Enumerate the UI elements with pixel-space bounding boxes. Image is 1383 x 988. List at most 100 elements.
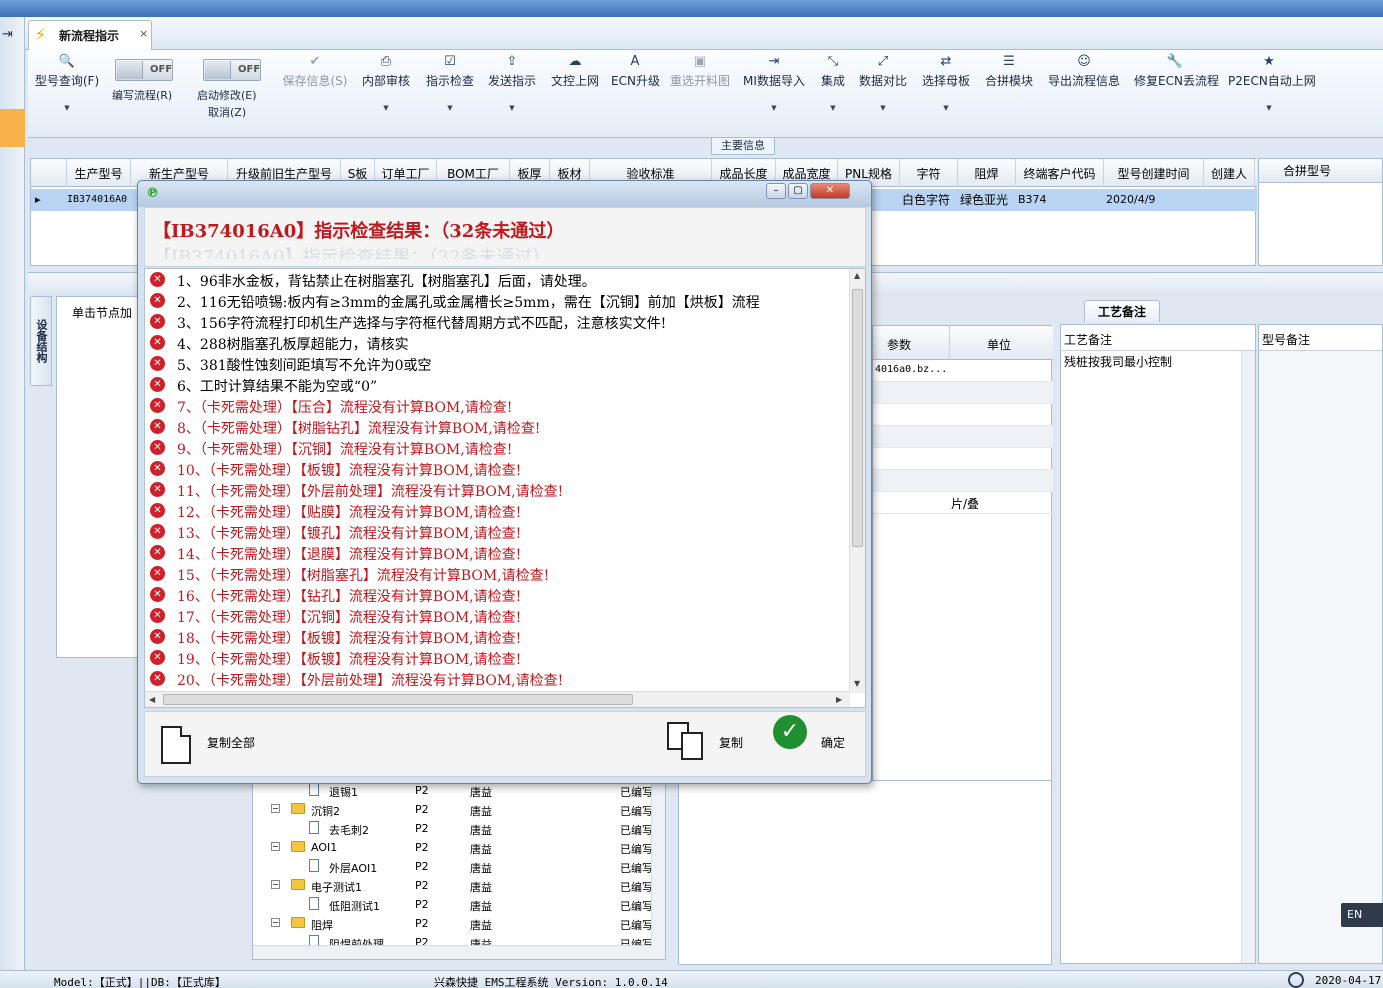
list-item[interactable]: ✕ 3、156字符流程打印机生产选择与字符框代替周期方式不匹配，注意核实文件! [145, 311, 850, 332]
list-item[interactable]: ✕ 9、（卡死需处理）【沉铜】流程没有计算BOM,请检查! [145, 437, 850, 458]
message-list[interactable]: ✕ 1、96非水金板，背钻禁止在树脂塞孔【树脂塞孔】后面，请处理。 ✕ 2、116无铅… [144, 268, 866, 708]
close-icon[interactable]: × [139, 27, 148, 40]
auto-modify-toggle[interactable]: OFF [203, 59, 261, 81]
list-item[interactable]: ✕ 6、工时计算结果不能为空或“0” [145, 374, 850, 395]
scroll-right-icon[interactable]: ▶ [836, 695, 842, 704]
copy-button[interactable]: 复制 [665, 720, 755, 768]
cell-char[interactable]: 白色字符 [902, 189, 950, 211]
tree-vertical-scrollbar[interactable] [651, 781, 665, 959]
ecn-upgrade-button[interactable]: A ECN升级 [611, 52, 660, 118]
assemble-button[interactable]: ⤡ 集成 ▼ [818, 52, 848, 118]
list-item[interactable]: ✕ 13、（卡死需处理）【镀孔】流程没有计算BOM,请检查! [145, 521, 850, 542]
list-item[interactable]: ✕ 18、（卡死需处理）【板镀】流程没有计算BOM,请检查! [145, 626, 850, 647]
col-header[interactable]: 阻焊 [958, 159, 1016, 187]
minimize-button[interactable]: – [766, 183, 786, 199]
list-item[interactable]: ✕ 15、（卡死需处理）【树脂塞孔】流程没有计算BOM,请检查! [145, 563, 850, 584]
craft-note-panel: 工艺备注 残桩按我司最小控制 [1060, 324, 1257, 964]
reselect-chart-button[interactable]: ▣ 重选开料图 [668, 52, 732, 118]
ok-check-icon[interactable]: ✓ [773, 715, 807, 749]
tree-horizontal-scrollbar[interactable] [253, 945, 653, 959]
col-header[interactable]: 创建人 [1204, 159, 1255, 187]
cell-created[interactable]: 2020/4/9 [1106, 189, 1155, 211]
scroll-down-icon[interactable]: ▼ [854, 679, 860, 688]
param-row[interactable] [873, 382, 1053, 404]
param-row[interactable]: 4016a0.bz... [873, 360, 1053, 382]
param-row[interactable] [873, 404, 1053, 426]
copy-all-button[interactable]: 复制全部 [145, 720, 265, 768]
edit-flow-toggle[interactable]: OFF [115, 59, 173, 81]
scroll-thumb[interactable] [852, 289, 863, 547]
publish-button[interactable]: ⇪ 发送指示 ▼ [486, 52, 538, 118]
ok-button[interactable]: 确定 [821, 734, 845, 752]
tree-row[interactable]: − 阻焊 P2 唐益 已编写 [253, 915, 653, 934]
list-item[interactable]: ✕ 16、（卡死需处理）【钻孔】流程没有计算BOM,请检查! [145, 584, 850, 605]
tree-row[interactable]: 低阻测试1 P2 唐益 已编写 [253, 896, 653, 915]
param-row[interactable] [873, 448, 1053, 470]
tree-row[interactable]: − 沉铜2 P2 唐益 已编写 [253, 801, 653, 820]
cell-model[interactable]: IB374016A0 [67, 189, 127, 211]
collapse-icon[interactable]: − [271, 804, 280, 813]
col-header[interactable]: 型号创建时间 [1104, 159, 1204, 187]
login-icon[interactable]: ⇥ [2, 27, 20, 43]
param-row[interactable]: 片/叠 [873, 492, 1053, 514]
cell-mask[interactable]: 绿色亚光 [960, 189, 1008, 211]
tree-row[interactable]: − AOI1 P2 唐益 已编写 [253, 839, 653, 858]
message-horizontal-scrollbar[interactable]: ◀ ▶ [145, 691, 850, 707]
internal-review-button[interactable]: ⎙ 内部审核 ▼ [360, 52, 412, 118]
select-master-button[interactable]: ⇄ 选择母板 ▼ [920, 52, 972, 118]
list-item[interactable]: ✕ 1、96非水金板，背钻禁止在树脂塞孔【树脂塞孔】后面，请处理。 [145, 269, 850, 290]
list-item[interactable]: ✕ 17、（卡死需处理）【沉铜】流程没有计算BOM,请检查! [145, 605, 850, 626]
param-col-header[interactable]: 参数 [887, 336, 911, 353]
unit-col-header[interactable]: 单位 [987, 336, 1011, 353]
type-query-button[interactable]: 🔍 型号查询(F) ▼ [32, 52, 102, 118]
tab-craft-note[interactable]: 工艺备注 [1084, 300, 1160, 322]
language-indicator[interactable]: EN [1341, 903, 1383, 927]
list-item[interactable]: ✕ 20、（卡死需处理）【外层前处理】流程没有计算BOM,请检查! [145, 668, 850, 689]
tree-row[interactable]: 退锡1 P2 唐益 已编写 [253, 782, 653, 801]
tree-row[interactable]: 外层AOI1 P2 唐益 已编写 [253, 858, 653, 877]
tab-device-structure[interactable]: 设备结构 [30, 296, 52, 386]
cell-customer[interactable]: B374 [1018, 189, 1047, 211]
close-button[interactable]: ✕ [810, 183, 850, 199]
list-item[interactable]: ✕ 12、（卡死需处理）【贴膜】流程没有计算BOM,请检查! [145, 500, 850, 521]
mi-import-button[interactable]: ⇥ MI数据导入 ▼ [742, 52, 806, 118]
compare-button[interactable]: ⤢ 数据对比 ▼ [858, 52, 908, 118]
craft-scrollbar[interactable] [1241, 351, 1255, 963]
collapse-icon[interactable]: − [271, 880, 280, 889]
list-item[interactable]: ✕ 19、（卡死需处理）【板镀】流程没有计算BOM,请检查! [145, 647, 850, 668]
export-flow-button[interactable]: ☺ 导出流程信息 [1046, 52, 1122, 118]
list-item[interactable]: ✕ 10、（卡死需处理）【板镀】流程没有计算BOM,请检查! [145, 458, 850, 479]
scroll-thumb[interactable] [163, 694, 633, 705]
check-button[interactable]: ☑ 指示检查 ▼ [424, 52, 476, 118]
list-item[interactable]: ✕ 2、116无铅喷锡:板内有≥3mm的金属孔或金属槽长≥5mm，需在【沉铜】前加… [145, 290, 850, 311]
maximize-button[interactable]: ▢ [788, 183, 808, 199]
param-row[interactable] [873, 470, 1053, 492]
save-info-button[interactable]: ✔ 保存信息(S) [278, 52, 352, 118]
online-button[interactable]: ☁ 文控上网 [549, 52, 601, 118]
message-vertical-scrollbar[interactable]: ▲ ▼ [849, 269, 865, 693]
list-item[interactable]: ✕ 14、（卡死需处理）【退膜】流程没有计算BOM,请检查! [145, 542, 850, 563]
merge-module-button[interactable]: ☰ 合拼模块 [984, 52, 1034, 118]
tab-new-flow[interactable]: ⚡ 新流程指示 × [28, 20, 152, 50]
scroll-left-icon[interactable]: ◀ [149, 695, 155, 704]
col-header[interactable]: 字符 [900, 159, 958, 187]
scroll-up-icon[interactable]: ▲ [854, 271, 860, 280]
list-item[interactable]: ✕ 5、381酸性蚀刻间距填写不允许为0或空 [145, 353, 850, 374]
col-header[interactable]: 生产型号 [67, 159, 131, 187]
dialog-titlebar[interactable]: ℗ – ▢ ✕ [138, 181, 871, 207]
col-header[interactable]: 终端客户代码 [1016, 159, 1104, 187]
tree-row[interactable]: − 电子测试1 P2 唐益 已编写 [253, 877, 653, 896]
collapse-icon[interactable]: − [271, 918, 280, 927]
craft-note-value[interactable]: 残桩按我司最小控制 [1064, 353, 1172, 370]
list-item[interactable]: ✕ 8、（卡死需处理）【树脂钻孔】流程没有计算BOM,请检查! [145, 416, 850, 437]
merge-model-header[interactable]: 合拼型号 [1259, 159, 1382, 183]
repair-ecn-button[interactable]: 🔧 修复ECN丢流程 [1134, 52, 1219, 118]
collapse-icon[interactable]: − [271, 842, 280, 851]
p2ecn-button[interactable]: ★ P2ECN自动上网 ▼ [1228, 52, 1316, 118]
list-item[interactable]: ✕ 4、288树脂塞孔板厚超能力，请核实 [145, 332, 850, 353]
list-item[interactable]: ✕ 11、（卡死需处理）【外层前处理】流程没有计算BOM,请检查! [145, 479, 850, 500]
cancel-button[interactable]: 取消(Z) [208, 104, 246, 120]
list-item[interactable]: ✕ 7、（卡死需处理）【压合】流程没有计算BOM,请检查! [145, 395, 850, 416]
tree-row[interactable]: 去毛刺2 P2 唐益 已编写 [253, 820, 653, 839]
param-row[interactable] [873, 426, 1053, 448]
